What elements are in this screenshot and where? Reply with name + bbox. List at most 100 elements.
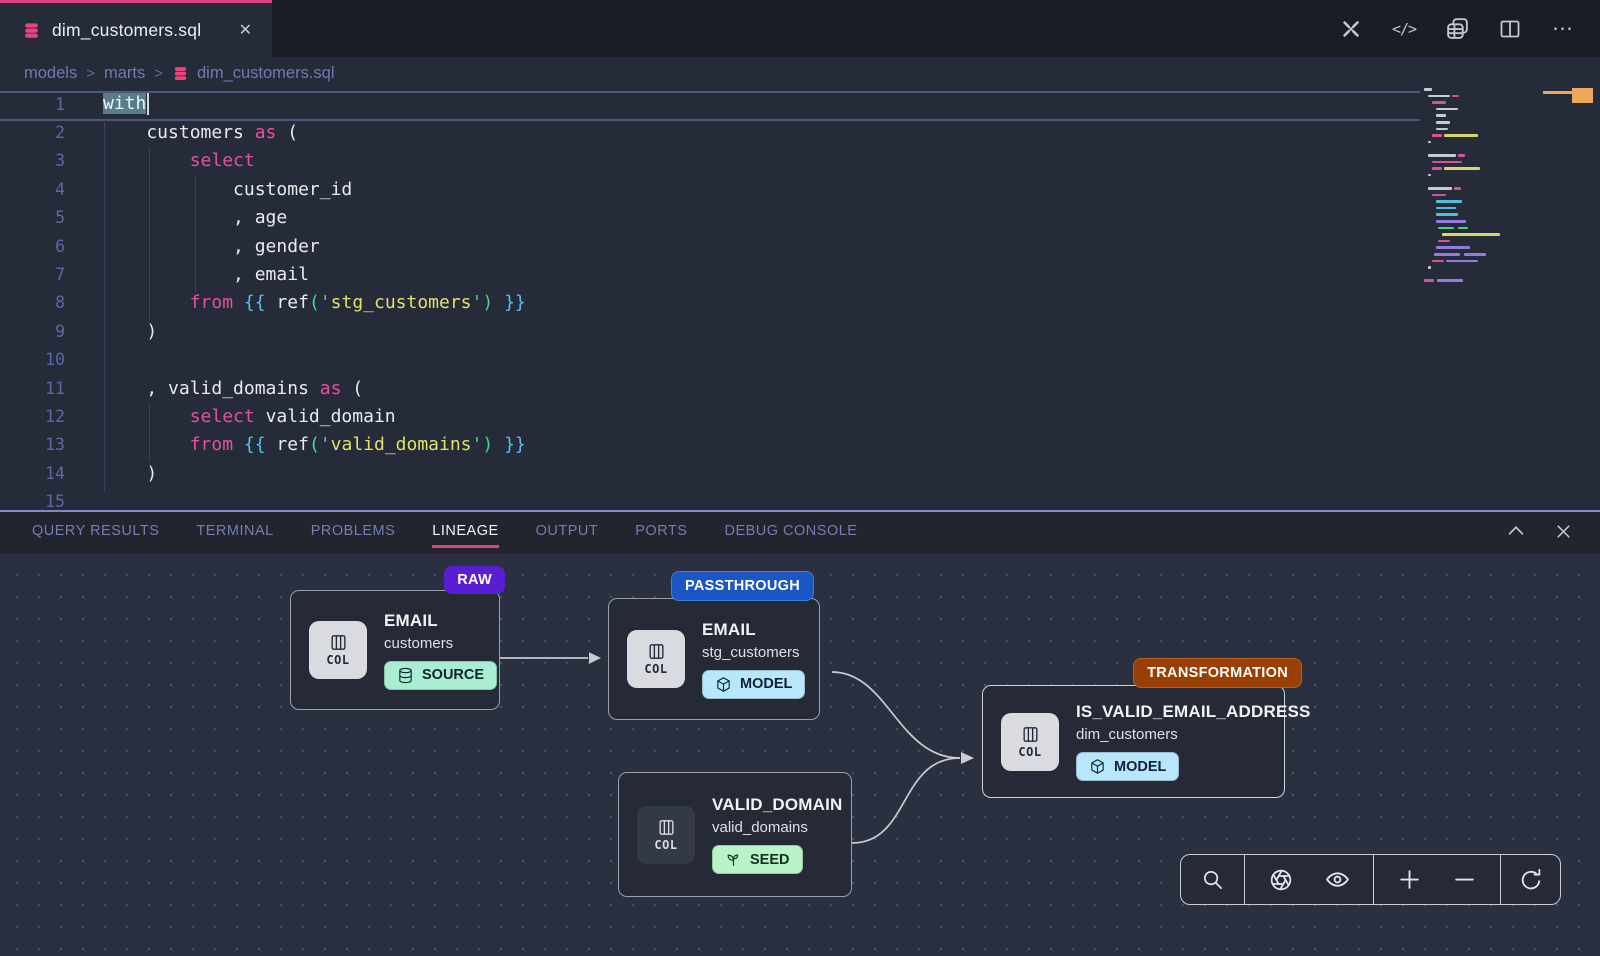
node-type-badge: MODEL	[1076, 752, 1179, 781]
columns-icon	[329, 633, 348, 652]
lineage-node-dim_customers[interactable]: TRANSFORMATION COL IS_VALID_EMAIL_ADDRES…	[982, 685, 1285, 798]
editor-line[interactable]: 4 customer_id	[0, 175, 1420, 203]
minimap-line	[1438, 240, 1450, 243]
panel-tab-lineage[interactable]: LINEAGE	[432, 519, 498, 548]
zoom-out-icon[interactable]	[1445, 855, 1485, 904]
minimap-line	[1436, 246, 1470, 249]
database-icon	[397, 667, 414, 684]
tab-title: dim_customers.sql	[52, 20, 224, 41]
minimap-line	[1428, 266, 1431, 269]
panel-tab-debug-console[interactable]: DEBUG CONSOLE	[724, 519, 857, 548]
copy-table-icon[interactable]	[1444, 16, 1470, 42]
node-column-name: IS_VALID_EMAIL_ADDRESS	[1076, 702, 1311, 722]
line-content: customers as (	[103, 122, 298, 143]
seedling-icon	[725, 851, 742, 868]
minimap[interactable]	[1422, 88, 1540, 348]
panel-tab-output[interactable]: OUTPUT	[536, 519, 599, 548]
minimap-line	[1438, 227, 1454, 230]
line-number: 10	[0, 350, 65, 369]
line-content: from {{ ref('stg_customers') }}	[103, 292, 526, 313]
more-actions-icon[interactable]: ⋯	[1550, 16, 1576, 42]
lineage-canvas[interactable]: RAW COL EMAIL customers SOURCE PASSTHROU…	[0, 554, 1600, 956]
minimap-line	[1436, 220, 1466, 223]
line-number: 4	[0, 180, 65, 199]
editor-line[interactable]: 1with	[0, 90, 1420, 118]
minimap-line	[1434, 253, 1460, 256]
minimap-line	[1428, 187, 1452, 190]
line-number: 5	[0, 208, 65, 227]
col-label: COL	[1018, 745, 1041, 759]
lineage-toolbar	[1180, 854, 1561, 905]
dbt-icon[interactable]	[1338, 16, 1364, 42]
minimap-line	[1446, 260, 1478, 263]
panel-tab-problems[interactable]: PROBLEMS	[311, 519, 396, 548]
node-column-name: EMAIL	[384, 611, 438, 631]
minimap-line	[1444, 134, 1478, 137]
minimap-line	[1437, 279, 1463, 282]
column-type-box: COL	[627, 630, 685, 688]
node-model-name: valid_domains	[712, 819, 808, 836]
breadcrumb-separator: >	[86, 65, 95, 82]
editor-line[interactable]: 15	[0, 487, 1420, 510]
panel-tab-query-results[interactable]: QUERY RESULTS	[32, 519, 159, 548]
editor-line[interactable]: 7 , email	[0, 260, 1420, 288]
editor-actions: </> ⋯	[1338, 0, 1600, 57]
columns-icon	[1021, 725, 1040, 744]
minimap-line	[1458, 154, 1465, 157]
minimap-line	[1428, 95, 1450, 98]
col-label: COL	[326, 653, 349, 667]
close-panel-icon[interactable]	[1553, 521, 1574, 542]
breadcrumb-models[interactable]: models	[24, 64, 77, 83]
node-type-label: SOURCE	[422, 667, 484, 683]
refresh-icon[interactable]	[1511, 855, 1551, 904]
node-column-name: VALID_DOMAIN	[712, 795, 843, 815]
editor-line[interactable]: 14 )	[0, 459, 1420, 487]
line-number: 12	[0, 407, 65, 426]
aperture-icon[interactable]	[1261, 855, 1301, 904]
editor-line[interactable]: 13 from {{ ref('valid_domains') }}	[0, 431, 1420, 459]
editor-line[interactable]: 8 from {{ ref('stg_customers') }}	[0, 289, 1420, 317]
editor-line[interactable]: 9 )	[0, 317, 1420, 345]
breadcrumb-file[interactable]: dim_customers.sql	[172, 64, 335, 83]
editor-line[interactable]: 11 , valid_domains as (	[0, 374, 1420, 402]
compiled-code-icon[interactable]: </>	[1391, 16, 1417, 42]
zoom-in-icon[interactable]	[1389, 855, 1429, 904]
code-editor[interactable]: models > marts > dim_customers.sql 1with…	[0, 57, 1600, 510]
toolbar-group-search	[1181, 855, 1244, 904]
editor-line[interactable]: 3 select	[0, 147, 1420, 175]
panel-tab-terminal[interactable]: TERMINAL	[196, 519, 273, 548]
line-content: , valid_domains as (	[103, 378, 363, 399]
node-status-badge: PASSTHROUGH	[671, 571, 814, 601]
minimap-line	[1424, 279, 1434, 282]
editor-line[interactable]: 5 , age	[0, 204, 1420, 232]
app-window: dim_customers.sql ✕ </> ⋯ models > marts…	[0, 0, 1600, 956]
column-type-box: COL	[637, 806, 695, 864]
editor-line[interactable]: 2 customers as (	[0, 118, 1420, 146]
line-content: select valid_domain	[103, 406, 396, 427]
minimap-line	[1432, 134, 1442, 137]
minimap-line	[1436, 207, 1456, 210]
minimap-line	[1436, 213, 1458, 216]
editor-line[interactable]: 6 , gender	[0, 232, 1420, 260]
node-model-name: stg_customers	[702, 644, 800, 661]
scrollbar-selection-marker[interactable]	[1572, 88, 1593, 103]
eye-icon[interactable]	[1317, 855, 1357, 904]
tab-close-icon[interactable]: ✕	[235, 18, 256, 42]
editor-line[interactable]: 10	[0, 346, 1420, 374]
split-editor-icon[interactable]	[1497, 16, 1523, 42]
panel-actions	[1505, 520, 1600, 542]
search-icon[interactable]	[1193, 855, 1233, 904]
panel-tab-ports[interactable]: PORTS	[635, 519, 687, 548]
collapse-panel-icon[interactable]	[1505, 520, 1527, 542]
tab-dim-customers[interactable]: dim_customers.sql ✕	[0, 0, 272, 57]
breadcrumb-marts[interactable]: marts	[104, 64, 145, 83]
minimap-line	[1444, 167, 1480, 170]
node-type-label: SEED	[750, 852, 790, 868]
editor-line[interactable]: 12 select valid_domain	[0, 402, 1420, 430]
lineage-node-customers[interactable]: RAW COL EMAIL customers SOURCE	[290, 590, 500, 710]
minimap-line	[1428, 174, 1431, 177]
lineage-node-valid_domains[interactable]: COL VALID_DOMAIN valid_domains SEED	[618, 772, 852, 897]
columns-icon	[657, 818, 676, 837]
line-content: , gender	[103, 236, 320, 257]
lineage-node-stg_customers[interactable]: PASSTHROUGH COL EMAIL stg_customers MODE…	[608, 598, 820, 720]
